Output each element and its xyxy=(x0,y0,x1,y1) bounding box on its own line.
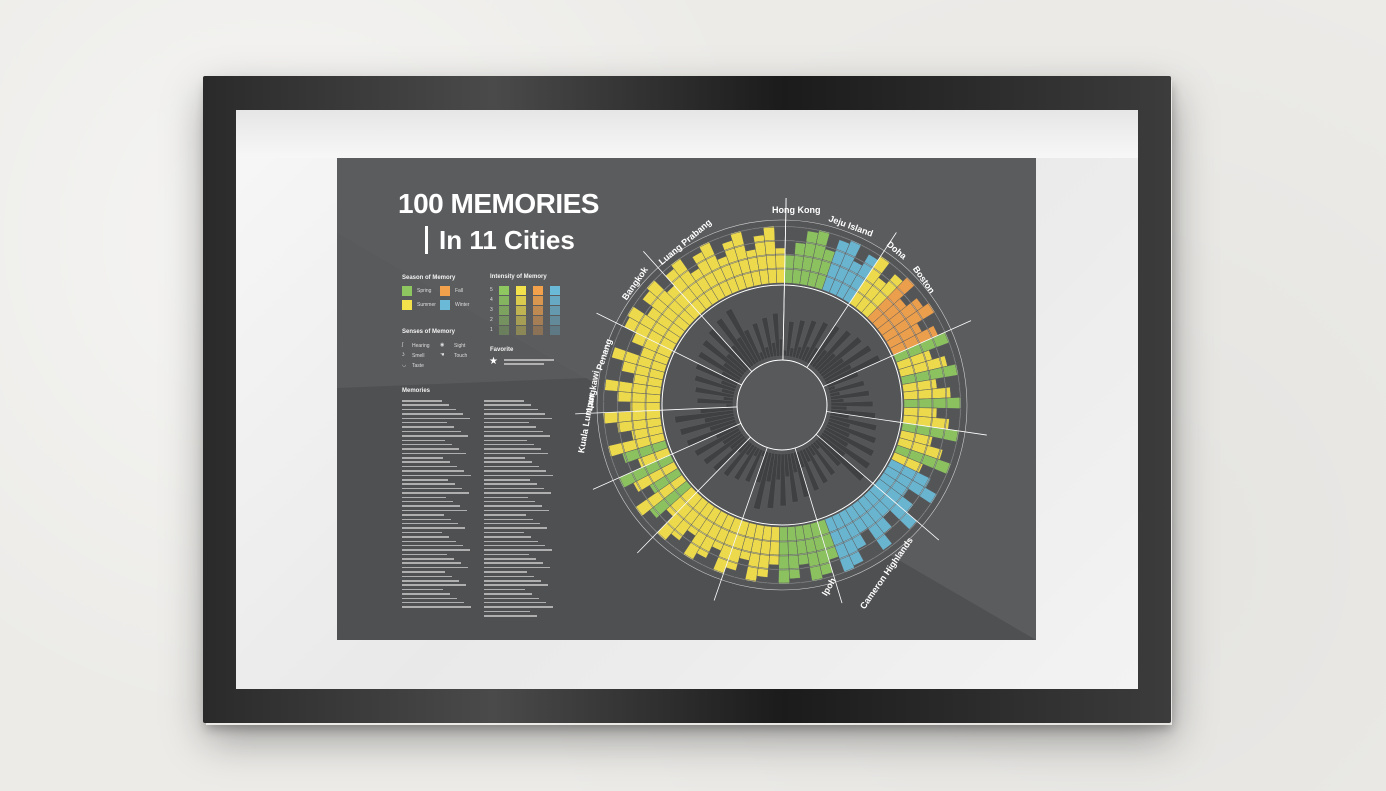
city-label-hong-kong: Hong Kong xyxy=(772,205,821,215)
intensity-gridline xyxy=(630,401,633,412)
intensity-gridline xyxy=(778,568,790,571)
intensity-gridline xyxy=(775,267,785,270)
intensity-gridline xyxy=(931,398,934,409)
intensity-gridline xyxy=(779,540,789,543)
intensity-gridline xyxy=(602,401,605,413)
intensity-gridline xyxy=(778,554,789,557)
intensity-gridline xyxy=(644,402,647,412)
mat-bevel xyxy=(236,110,1138,158)
intensity-gridline xyxy=(784,253,795,256)
intensity-gridline xyxy=(774,239,786,242)
intensity-gridline xyxy=(775,253,786,256)
intensity-gridline xyxy=(630,392,633,403)
intensity-gridline xyxy=(917,398,920,408)
memory-segment-outer xyxy=(775,247,786,284)
infographic-poster: 100 MEMORIES In 11 Cities Season of Memo… xyxy=(337,158,1036,640)
intensity-gridline xyxy=(774,225,786,228)
intensity-gridline xyxy=(917,407,920,417)
intensity-gridline xyxy=(784,267,794,270)
intensity-gridline xyxy=(959,397,962,409)
intensity-gridline xyxy=(616,401,619,413)
intensity-gridline xyxy=(644,393,647,403)
intensity-gridline xyxy=(770,540,780,543)
intensity-gridline xyxy=(778,582,790,585)
intensity-gridline xyxy=(931,407,934,418)
radial-memory-chart xyxy=(575,198,987,604)
intensity-gridline xyxy=(769,554,780,557)
chart-center-circle xyxy=(736,359,828,451)
intensity-gridline xyxy=(945,397,948,409)
